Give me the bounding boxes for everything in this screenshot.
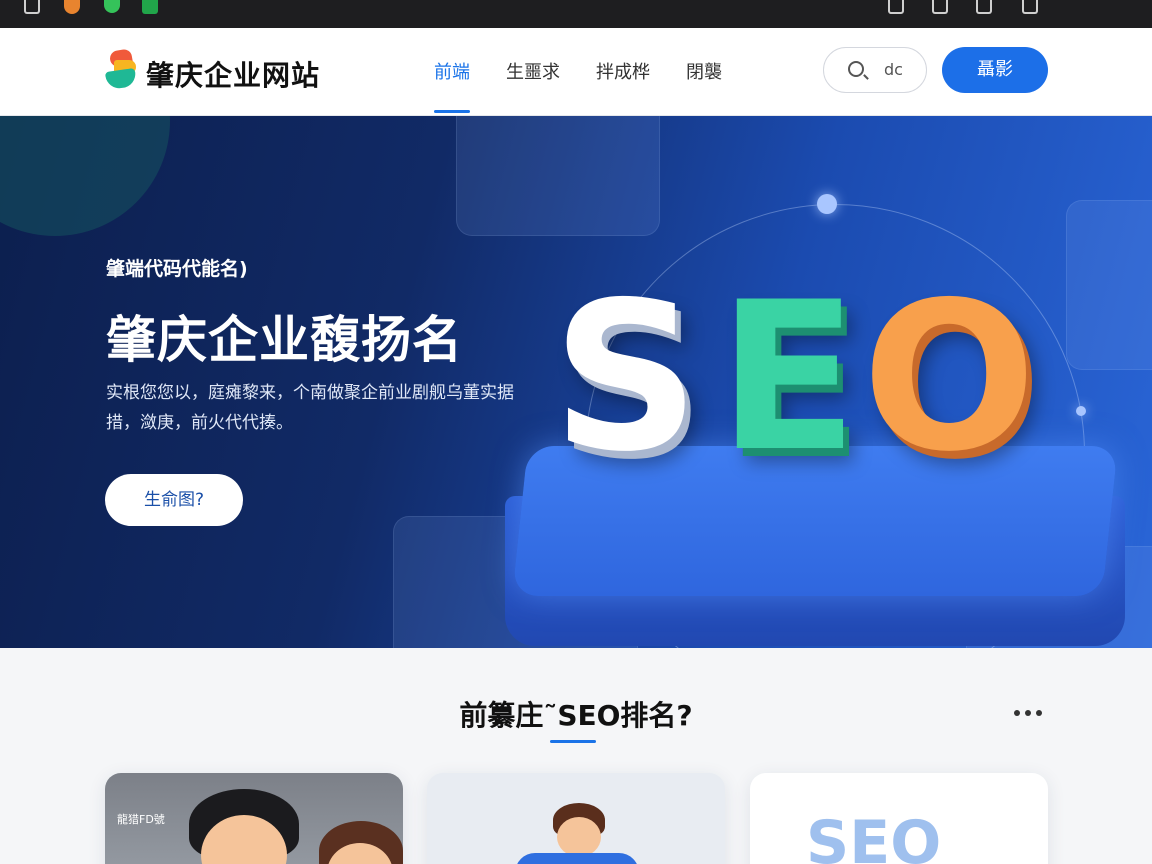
seo-letter-o: O [862, 259, 1037, 497]
nav-active-indicator [434, 110, 470, 113]
edit-icon[interactable] [932, 0, 948, 14]
article-card-1[interactable]: 龍猎FD號 [105, 773, 403, 864]
system-toolbar [0, 0, 1152, 28]
article-card-2[interactable] [427, 773, 725, 864]
more-icon[interactable] [1014, 710, 1044, 718]
hero-banner: S E O 肇端代码代能名) 肇庆企业馥扬名 实根您您以，庭瘫黎来，个南做聚企前… [0, 116, 1152, 648]
search-box[interactable]: dc [823, 47, 927, 93]
hero-kicker: 肇端代码代能名) [106, 258, 248, 280]
hero-glow [0, 116, 170, 236]
decorative-panel [456, 116, 660, 236]
logo[interactable] [104, 48, 140, 92]
box-icon[interactable] [142, 0, 158, 14]
monitor-icon[interactable] [976, 0, 992, 14]
search-label: dc [884, 60, 903, 79]
person-face [557, 817, 601, 857]
nav-item-home[interactable]: 前端 [434, 58, 470, 84]
hero-description: 实根您您以，庭瘫黎来，个南做聚企前业剧舰乌董实据措，潋庚，前火代代揍。 [106, 383, 514, 433]
section-title-underline [550, 740, 596, 743]
person-shirt [515, 853, 639, 864]
hero-cta-button[interactable]: 生俞图? [105, 474, 243, 526]
document-icon[interactable] [24, 0, 40, 14]
brand-name[interactable]: 肇庆企业网站 [146, 54, 320, 94]
hero-title: 肇庆企业馥扬名 [106, 311, 463, 369]
nav-item-4[interactable]: 閉襲 [686, 58, 722, 84]
heart-icon[interactable] [104, 0, 120, 13]
orbit-node [1076, 406, 1086, 416]
section-title: 前纂庄˜SEO排名? [459, 699, 693, 732]
article-card-3[interactable]: SEO [750, 773, 1048, 864]
seo-letter-e: E [718, 259, 859, 497]
site-header: 肇庆企业网站 前端 生噩求 拌成桦 閉襲 dc 聶影 [0, 28, 1152, 116]
card-caption: 龍猎FD號 [117, 813, 165, 826]
nav-item-2[interactable]: 生噩求 [506, 58, 560, 84]
shield-icon[interactable] [64, 0, 80, 14]
orbit-node [817, 194, 837, 214]
seo-letter-s: S [552, 259, 700, 497]
decorative-panel [1066, 200, 1152, 370]
card-seo-text: SEO [806, 808, 942, 864]
refresh-icon[interactable] [1022, 0, 1038, 14]
header-cta-button[interactable]: 聶影 [942, 47, 1048, 93]
document-icon[interactable] [888, 0, 904, 14]
nav-item-3[interactable]: 拌成桦 [596, 58, 650, 84]
search-icon[interactable] [848, 61, 864, 77]
